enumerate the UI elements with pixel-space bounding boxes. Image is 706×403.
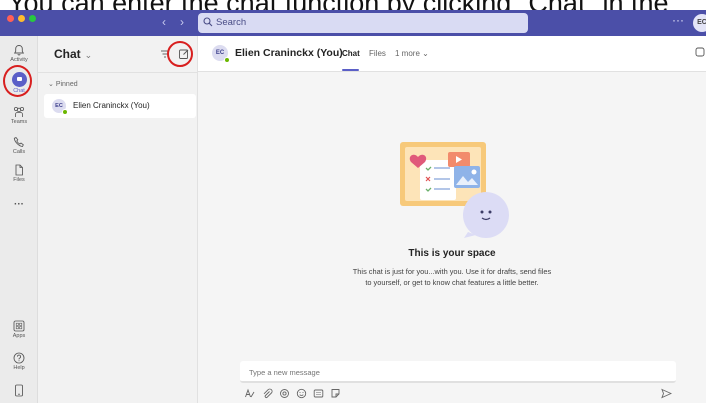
loop-icon[interactable] (279, 388, 290, 399)
help-icon (13, 352, 25, 364)
tab-more[interactable]: 1 more ⌄ (395, 49, 429, 58)
bell-icon (13, 45, 25, 56)
chat-list-header[interactable]: Chat ⌄ (54, 47, 92, 61)
back-arrow-icon[interactable]: ‹ (162, 15, 166, 29)
tab-chat[interactable]: Chat (342, 49, 360, 58)
emoji-icon[interactable] (296, 388, 307, 399)
conversation-pane: EC Elien Craninckx (You) Chat Files 1 mo… (198, 36, 706, 403)
rail-item-help[interactable]: Help (0, 352, 38, 371)
empty-space-illustration (400, 142, 509, 238)
file-icon (15, 164, 23, 176)
chat-highlight-ring (3, 65, 32, 97)
conversation-avatar[interactable]: EC (212, 45, 230, 63)
app-rail: Activity Chat Teams Calls Files ··· Apps… (0, 36, 38, 403)
rail-item-teams[interactable]: Teams (0, 106, 38, 125)
message-composer[interactable] (240, 361, 676, 383)
conversation-name: Elien Craninckx (You) (235, 47, 343, 59)
chat-list-pane: Chat ⌄ ⌄ Pinned EC Elien Craninckx (You) (38, 36, 198, 403)
empty-space-description: This chat is just for you...with you. Us… (352, 267, 552, 287)
sticker-icon[interactable] (330, 388, 341, 399)
forward-arrow-icon[interactable]: › (180, 15, 184, 29)
profile-avatar[interactable]: EC (693, 14, 706, 32)
close-window-button[interactable] (7, 15, 14, 22)
chevron-down-icon: ⌄ (84, 50, 93, 60)
active-tab-indicator (342, 69, 359, 71)
title-bar: ‹ › Search ··· EC (0, 10, 706, 36)
rail-label-apps: Apps (12, 333, 26, 339)
message-input[interactable] (249, 365, 649, 379)
new-chat-highlight-ring (167, 41, 193, 67)
rail-item-calls[interactable]: Calls (0, 136, 38, 155)
divider (38, 72, 198, 73)
popout-icon[interactable] (695, 47, 705, 57)
search-icon (203, 17, 213, 27)
search-bar[interactable]: Search (198, 13, 528, 33)
pinned-section-label[interactable]: ⌄ Pinned (48, 80, 78, 88)
rail-item-activity[interactable]: Activity (0, 44, 38, 63)
more-apps-icon[interactable]: ··· (0, 199, 38, 210)
empty-space-title: This is your space (408, 248, 496, 259)
rail-item-device[interactable] (0, 384, 38, 397)
rail-label-calls: Calls (12, 149, 26, 155)
chat-list-item[interactable]: EC Elien Craninckx (You) (44, 94, 196, 118)
apps-icon (13, 320, 25, 332)
chat-list-title: Chat (54, 47, 81, 61)
rail-label-files: Files (13, 177, 25, 183)
minimize-window-button[interactable] (18, 15, 25, 22)
teams-window: You can enter the chat function by click… (0, 0, 706, 403)
presence-badge (62, 109, 68, 115)
format-icon[interactable] (244, 388, 255, 399)
tab-files[interactable]: Files (369, 49, 386, 58)
search-placeholder: Search (216, 17, 247, 28)
attach-icon[interactable] (262, 388, 273, 399)
more-options-icon[interactable]: ··· (672, 13, 684, 27)
rail-item-files[interactable]: Files (0, 164, 38, 183)
avatar: EC (52, 99, 68, 115)
send-icon[interactable] (661, 388, 672, 399)
phone-icon (13, 136, 24, 147)
rail-item-apps[interactable]: Apps (0, 320, 38, 339)
rail-label-activity: Activity (10, 57, 28, 63)
rail-label-teams: Teams (10, 119, 28, 125)
conversation-header: EC Elien Craninckx (You) Chat Files 1 mo… (198, 36, 706, 72)
rail-label-help: Help (13, 365, 25, 371)
contact-name: Elien Craninckx (You) (73, 101, 150, 110)
presence-badge (224, 57, 230, 63)
zoom-window-button[interactable] (29, 15, 36, 22)
device-icon (15, 384, 23, 397)
teams-icon (14, 106, 24, 117)
gif-icon[interactable] (313, 388, 324, 399)
